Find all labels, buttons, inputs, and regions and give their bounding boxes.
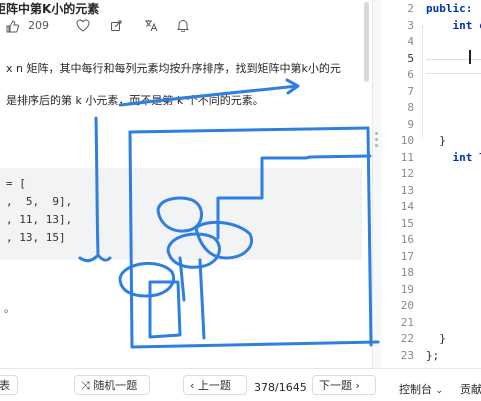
footnote-text: 。: [4, 302, 15, 315]
line-number: 13: [400, 183, 414, 197]
line-number: 22: [400, 332, 414, 345]
problem-title: 矩阵中第K小的元素: [0, 2, 100, 16]
code-line[interactable]: }: [426, 332, 446, 345]
indent-guide: [422, 26, 423, 138]
example-line-1: = [: [6, 177, 26, 190]
active-line-top-border: [426, 59, 481, 60]
contribute-button[interactable]: 贡献: [460, 381, 481, 397]
bell-icon[interactable]: [177, 19, 189, 35]
text-cursor: [469, 50, 471, 64]
random-problem-button[interactable]: ⤨ 随机一题: [74, 375, 150, 395]
chevron-left-icon: ‹: [190, 379, 195, 392]
code-editor[interactable]: 2 3 4 5 6 7 8 9 10 11 12 13 14 15 16 17 18 19 20 21 22 23 pub…: [382, 0, 481, 368]
code-line[interactable]: };: [426, 349, 439, 362]
code-line[interactable]: int c: [426, 19, 481, 32]
line-number: 12: [400, 167, 414, 180]
line-number: 6: [407, 68, 414, 81]
line-number: 8: [407, 101, 414, 114]
line-number: 11: [400, 150, 414, 164]
share-icon[interactable]: [110, 19, 123, 35]
problem-list-button[interactable]: 表: [0, 375, 18, 395]
line-number: 19: [400, 282, 414, 296]
page-counter: 378/1645: [254, 381, 307, 394]
example-line-3: , 11, 13],: [6, 213, 73, 226]
next-problem-button[interactable]: 下一题 ›: [312, 375, 376, 395]
description-scrollbar[interactable]: [364, 2, 369, 82]
example-line-4: , 13, 15]: [6, 231, 66, 244]
problem-description-pane: 矩阵中第K小的元素 209 x n 矩阵，其中每行和每列元素均按升序排序，找到矩…: [0, 0, 372, 368]
code-line[interactable]: int l: [426, 151, 481, 164]
active-line-bottom-border: [426, 73, 481, 74]
chevron-down-icon: ⌄: [435, 386, 444, 396]
translate-icon[interactable]: [144, 19, 158, 35]
line-number: 18: [400, 266, 414, 279]
description-line-2: 是排序后的第 k 小元素，而不是第 k 个不同的元素。: [6, 94, 264, 107]
line-number: 3: [407, 18, 414, 32]
line-number: 10: [400, 134, 414, 147]
prev-problem-label: 上一题: [197, 379, 231, 392]
problem-list-label: 表: [0, 379, 10, 392]
line-number: 21: [400, 315, 414, 329]
favorite-heart-icon[interactable]: [76, 19, 90, 35]
likes-count: 209: [28, 19, 49, 32]
line-number: 14: [400, 200, 414, 213]
chevron-right-icon: ›: [355, 379, 360, 392]
line-number: 2: [407, 2, 414, 15]
code-line[interactable]: }: [426, 134, 446, 147]
example-code-block: = [ , 5, 9], , 11, 13], , 13, 15]: [0, 168, 362, 260]
next-problem-label: 下一题: [319, 379, 352, 392]
line-number: 15: [400, 216, 414, 230]
line-number: 23: [400, 348, 414, 362]
console-label: 控制台: [399, 383, 432, 396]
bottom-toolbar: 表 ⤨ 随机一题 ‹ 上一题 378/1645 下一题 › 控制台 ⌄ 贡献: [0, 368, 481, 401]
code-line[interactable]: public:: [426, 2, 472, 15]
random-problem-label: 随机一题: [93, 379, 138, 392]
line-number: 4: [407, 35, 414, 48]
thumbs-up-icon[interactable]: [6, 20, 20, 36]
line-number: 9: [407, 117, 414, 131]
contribute-label: 贡献: [460, 383, 481, 396]
shuffle-icon: ⤨: [81, 379, 90, 392]
splitter-handle-icon[interactable]: [375, 132, 379, 150]
console-toggle[interactable]: 控制台 ⌄: [399, 381, 443, 397]
line-number: 16: [400, 233, 414, 246]
line-number: 20: [400, 299, 414, 312]
description-line-1: x n 矩阵，其中每行和每列元素均按升序排序，找到矩阵中第k小的元: [6, 62, 341, 75]
line-number: 5: [407, 51, 414, 65]
prev-problem-button[interactable]: ‹ 上一题: [183, 375, 247, 395]
example-line-2: , 5, 9],: [6, 195, 73, 208]
line-number: 17: [400, 249, 414, 263]
line-number: 7: [407, 84, 414, 98]
